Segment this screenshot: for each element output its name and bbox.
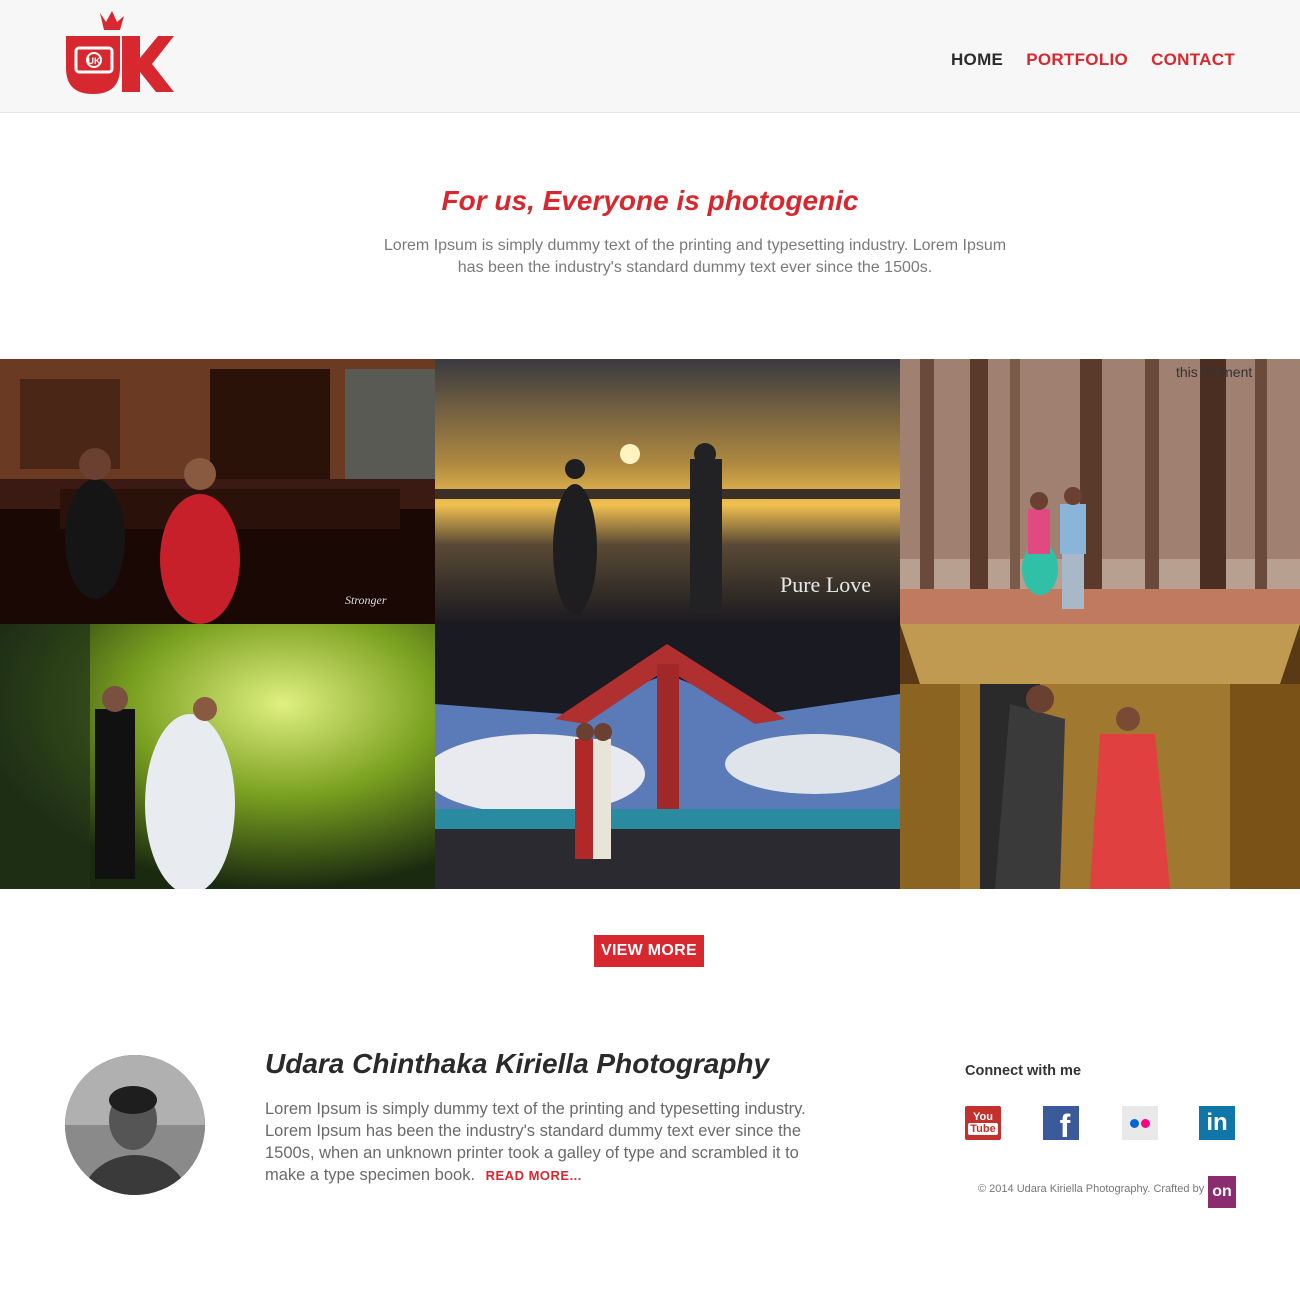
site-header: UK HOME PORTFOLIO CONTACT xyxy=(0,0,1300,113)
facebook-icon[interactable]: f xyxy=(1043,1106,1079,1144)
view-more-button[interactable]: VIEW MORE xyxy=(594,935,704,967)
main-nav: HOME PORTFOLIO CONTACT xyxy=(928,50,1235,70)
photo-gallery: Stronger Pure Love this moment xyxy=(0,359,1300,889)
nav-portfolio[interactable]: PORTFOLIO xyxy=(1026,50,1128,70)
facebook-icon-glyph: f xyxy=(1059,1107,1071,1144)
youtube-icon-bottom: Tube xyxy=(968,1123,998,1135)
nav-contact[interactable]: CONTACT xyxy=(1151,50,1235,70)
nav-home[interactable]: HOME xyxy=(951,50,1003,70)
gallery-photo-forest[interactable]: this moment xyxy=(900,359,1300,624)
photographer-avatar xyxy=(65,1055,205,1195)
svg-text:UK: UK xyxy=(88,56,101,66)
linkedin-icon-glyph: in xyxy=(1206,1109,1228,1136)
gallery-photo-bar-wedding[interactable]: Stronger xyxy=(0,359,435,624)
overlay-text-pure-love: Pure Love xyxy=(780,572,871,597)
overlay-text-this-moment: this moment xyxy=(1176,364,1252,380)
crafted-by-logo[interactable]: on xyxy=(1208,1176,1236,1208)
copyright-text: © 2014 Udara Kiriella Photography. Craft… xyxy=(978,1183,1205,1195)
about-text: Lorem Ipsum is simply dummy text of the … xyxy=(265,1098,820,1187)
overlay-text-stronger: Stronger xyxy=(345,593,387,607)
gallery-photo-green-park[interactable] xyxy=(0,624,435,889)
hero-text: Lorem Ipsum is simply dummy text of the … xyxy=(383,237,1007,276)
flickr-pink-dot xyxy=(1141,1118,1150,1128)
read-more-link[interactable]: READ MORE... xyxy=(486,1168,582,1183)
linkedin-icon[interactable]: in xyxy=(1199,1106,1235,1140)
gallery-photo-pavilion[interactable] xyxy=(435,624,900,889)
youtube-icon[interactable]: You Tube xyxy=(965,1106,1001,1140)
gallery-photo-elevator[interactable] xyxy=(900,624,1300,889)
youtube-icon-top: You xyxy=(973,1111,993,1123)
crafted-by-mark: on xyxy=(1212,1183,1232,1200)
site-logo[interactable]: UK xyxy=(62,8,178,98)
about-title: Udara Chinthaka Kiriella Photography xyxy=(265,1048,770,1079)
flickr-blue-dot xyxy=(1130,1118,1139,1128)
gallery-photo-sunset-beach[interactable]: Pure Love xyxy=(435,359,900,624)
hero-title: For us, Everyone is photogenic xyxy=(441,185,859,216)
connect-heading: Connect with me xyxy=(965,1063,1082,1079)
flickr-icon[interactable] xyxy=(1122,1106,1158,1140)
